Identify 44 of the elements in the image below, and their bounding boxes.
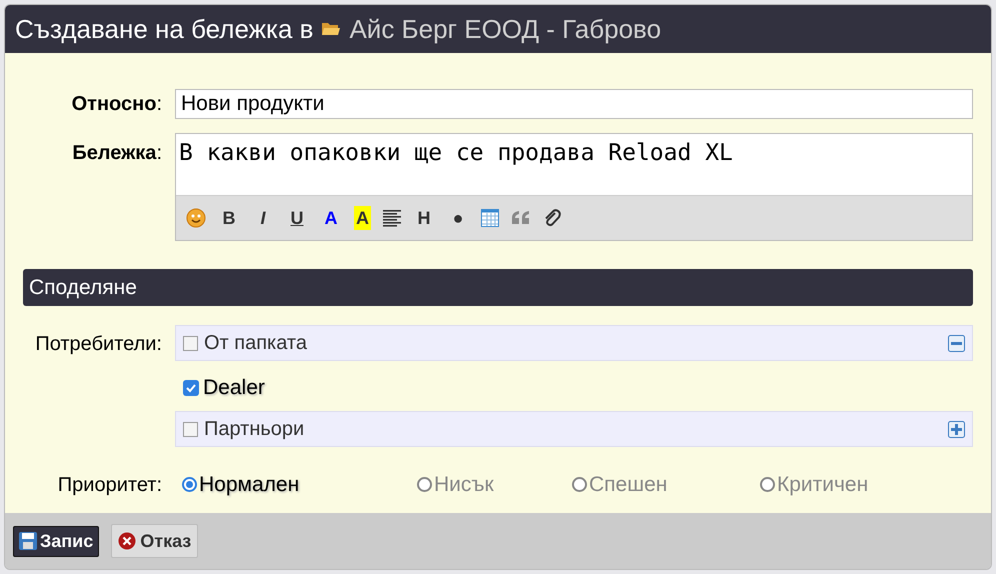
user-label: Dealer (203, 375, 265, 402)
group-label: Партньори (204, 417, 306, 442)
field-label: Бележка: (71, 141, 163, 166)
checkbox[interactable] (183, 380, 199, 396)
cancel-button[interactable]: Отказ (111, 524, 198, 558)
bold-button[interactable]: B (218, 207, 240, 229)
section-title: Споделяне (29, 274, 137, 301)
radio-label: Нормален (199, 472, 300, 498)
checkmark-icon (185, 382, 197, 394)
radio-label: Критичен (777, 472, 868, 498)
folder-name: Айс Берг ЕООД - Габрово (349, 12, 662, 46)
save-button[interactable]: Запис (13, 526, 100, 556)
quote-icon[interactable] (511, 210, 531, 226)
checkbox[interactable] (183, 336, 198, 350)
paperclip-icon[interactable] (543, 208, 561, 228)
heading-button[interactable]: H (413, 207, 435, 229)
table-icon[interactable] (481, 209, 499, 227)
expand-icon[interactable] (948, 420, 965, 438)
text-color-button[interactable]: A (320, 207, 342, 229)
checkbox[interactable] (183, 422, 198, 436)
window-title: Създаване на бележка в (15, 12, 314, 46)
align-left-icon[interactable] (383, 209, 401, 227)
smiley-icon[interactable] (186, 208, 206, 228)
priority-label: Приоритет: (56, 472, 163, 498)
radio-label: Спешен (589, 472, 668, 498)
user-group-row[interactable]: От папката (175, 325, 973, 361)
highlight-button[interactable]: A (354, 206, 371, 230)
bullet-button[interactable]: ● (447, 207, 469, 229)
radio-button[interactable] (760, 477, 775, 492)
group-label: От папката (204, 331, 308, 356)
italic-button[interactable]: I (252, 207, 274, 229)
note-field[interactable]: В какви опаковки ще се продава Reload XL (176, 134, 972, 195)
users-label: Потребители: (34, 332, 163, 357)
field-label: Относно: (70, 92, 163, 117)
user-group-row[interactable]: Партньори (175, 411, 973, 447)
radio-button[interactable] (417, 477, 432, 492)
underline-button[interactable]: U (286, 207, 308, 229)
close-icon (118, 532, 136, 550)
radio-button[interactable] (182, 477, 197, 492)
collapse-icon[interactable] (948, 334, 965, 352)
folder-icon (321, 21, 342, 37)
subject-field[interactable]: Нови продукти (175, 89, 973, 119)
radio-label: Нисък (434, 472, 494, 498)
radio-button[interactable] (572, 477, 587, 492)
